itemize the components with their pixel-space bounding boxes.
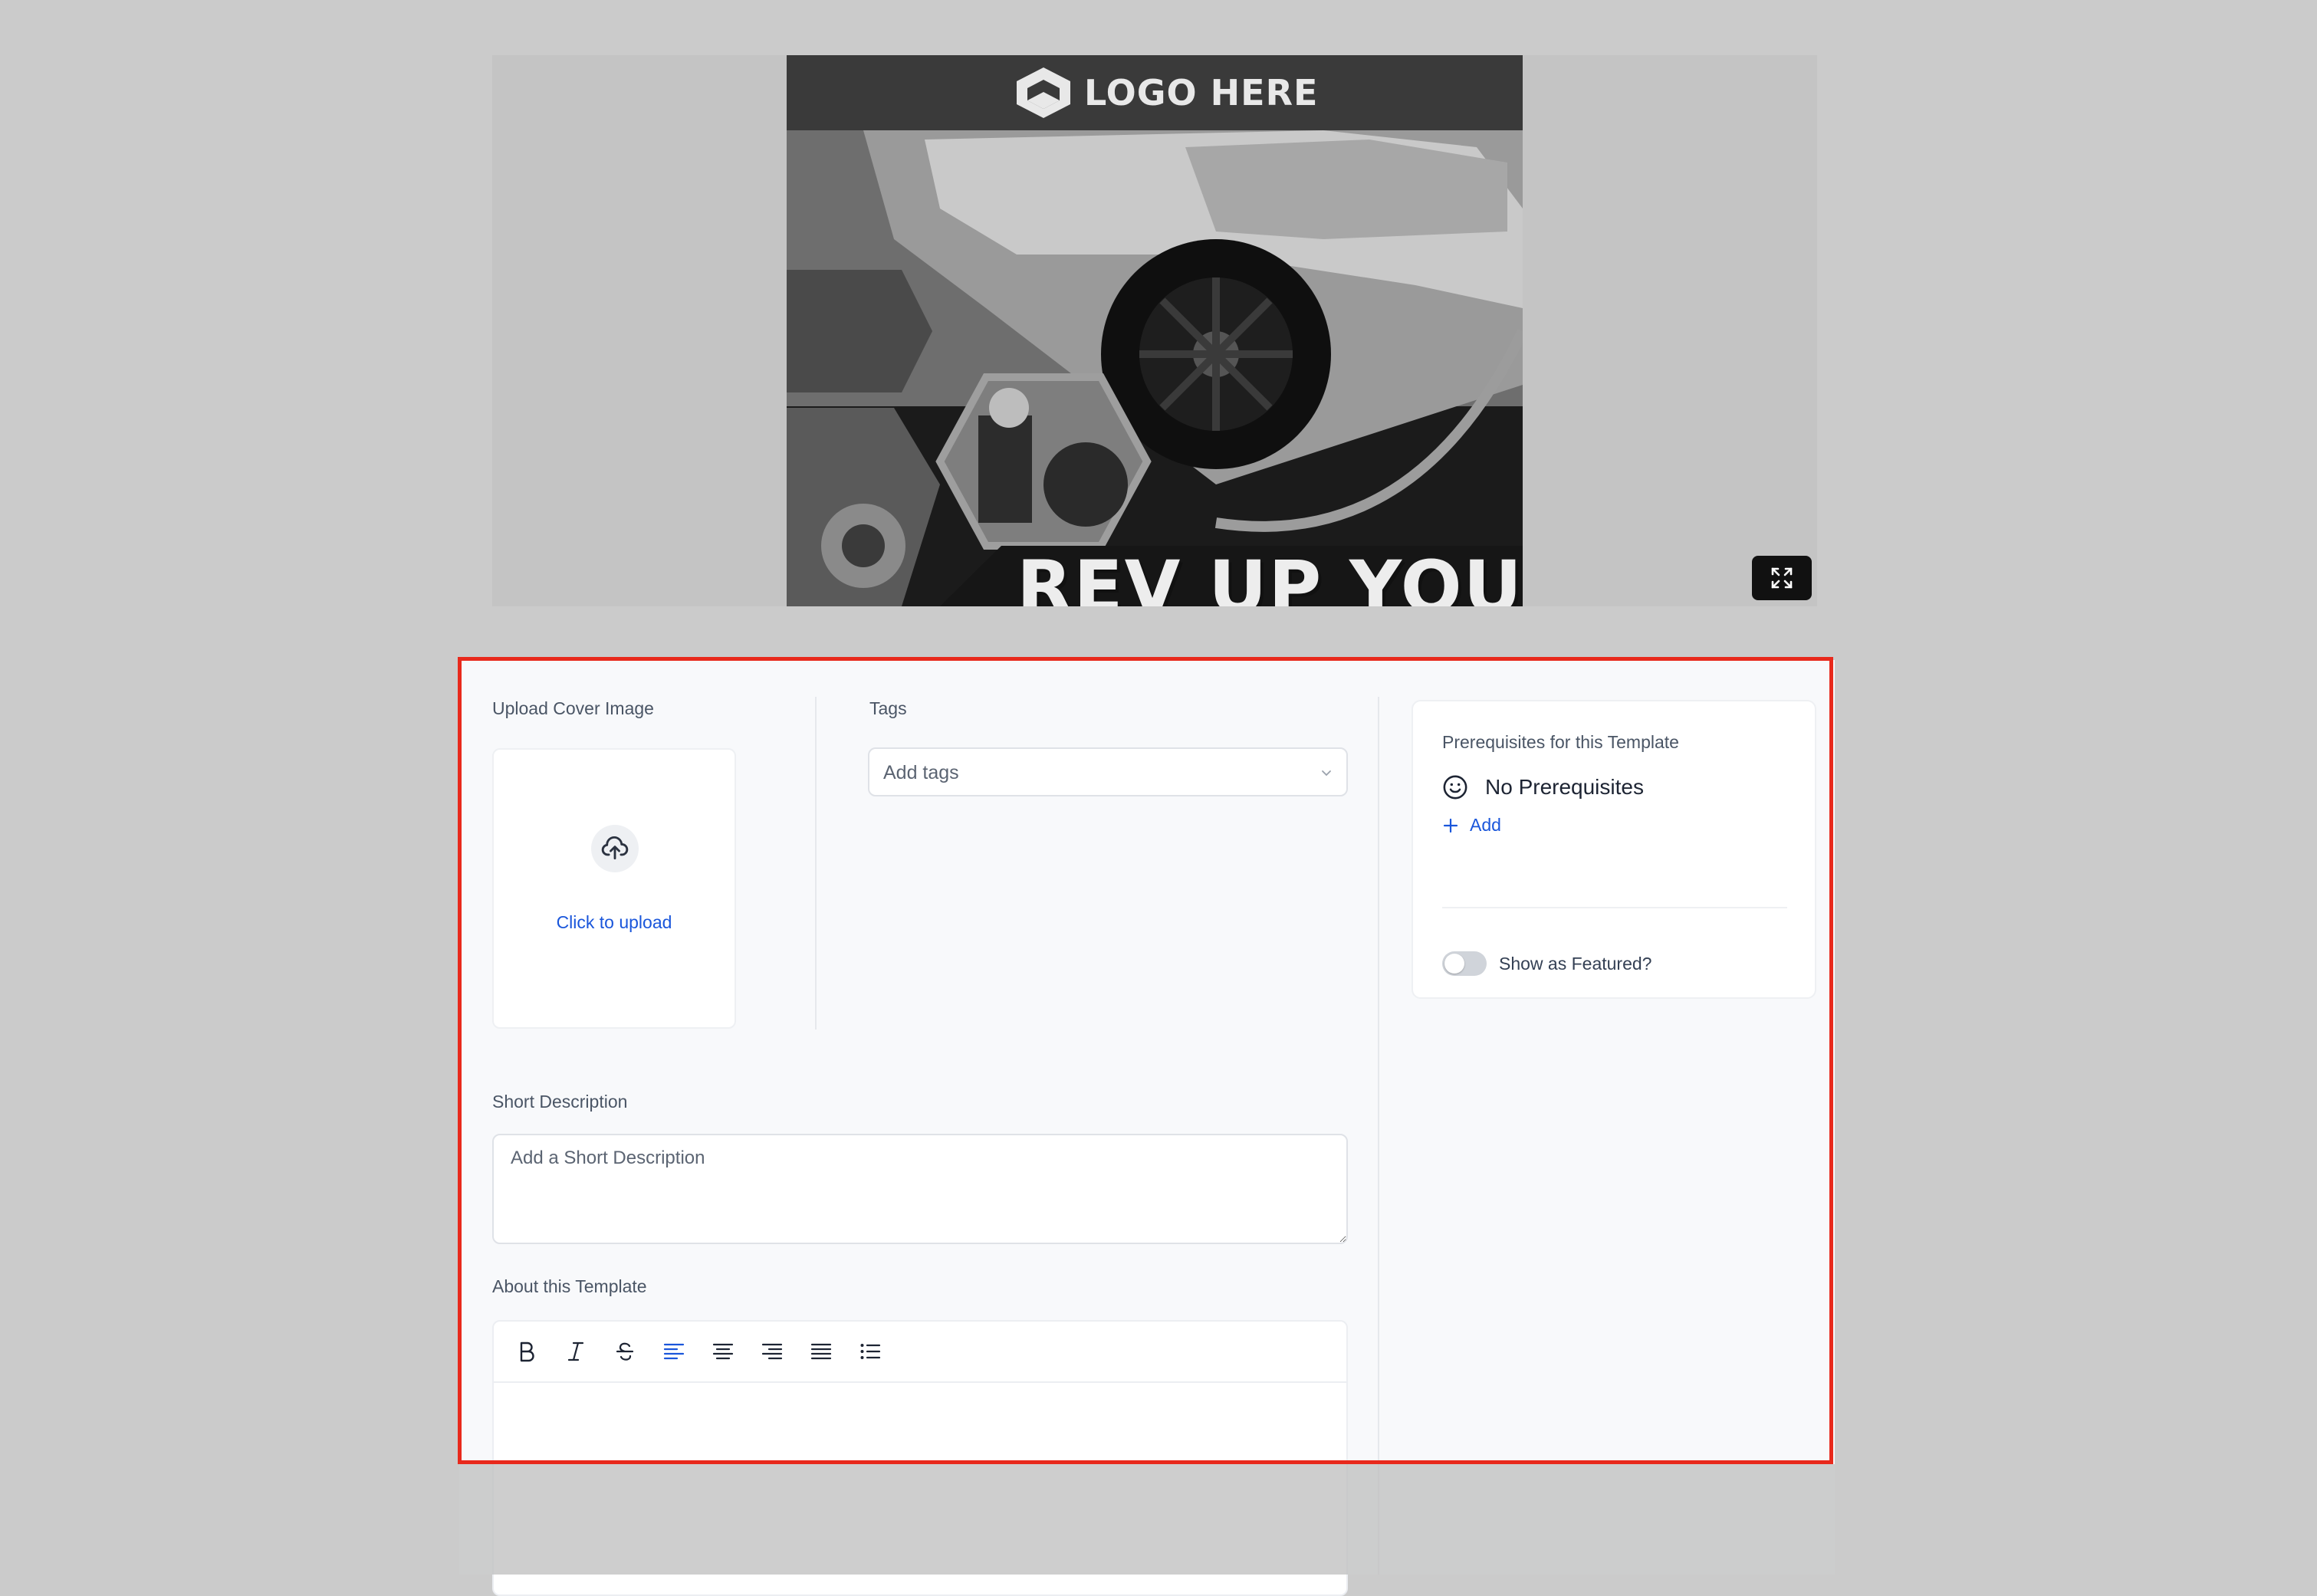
featured-label: Show as Featured? — [1499, 953, 1652, 974]
align-left-button[interactable] — [659, 1337, 689, 1366]
no-prerequisites-row: No Prerequisites — [1442, 774, 1644, 800]
click-to-upload-link[interactable]: Click to upload — [494, 912, 735, 933]
bold-button[interactable] — [512, 1337, 541, 1366]
logo-text: LOGO HERE — [1084, 72, 1319, 113]
plus-icon — [1443, 818, 1458, 832]
logo-hexagon-icon — [1017, 67, 1070, 118]
outside-selection-overlay — [459, 1464, 1835, 1575]
toggle-knob — [1444, 954, 1464, 974]
no-prerequisites-text: No Prerequisites — [1485, 775, 1644, 799]
italic-icon — [567, 1341, 584, 1361]
cover-photo-collage — [787, 55, 1523, 606]
smiley-icon — [1443, 775, 1467, 800]
align-center-button[interactable] — [708, 1337, 738, 1366]
align-left-icon — [663, 1343, 685, 1360]
align-justify-button[interactable] — [807, 1337, 836, 1366]
tags-select[interactable]: Add tags — [868, 747, 1348, 796]
about-template-label: About this Template — [492, 1276, 647, 1296]
short-description-label: Short Description — [492, 1092, 628, 1112]
upload-dropzone[interactable]: Click to upload — [492, 748, 736, 1029]
template-settings-card: Prerequisites for this Template No Prere… — [1412, 700, 1816, 999]
add-prerequisite-button[interactable]: Add — [1442, 815, 1501, 836]
editor-toolbar — [494, 1322, 1346, 1383]
cover-preview: LOGO HERE REV UP YOUR — [492, 55, 1817, 606]
align-center-icon — [712, 1343, 734, 1360]
align-right-icon — [761, 1343, 783, 1360]
upload-cover-label: Upload Cover Image — [492, 698, 654, 718]
bullet-list-icon — [860, 1344, 881, 1359]
prerequisites-title: Prerequisites for this Template — [1442, 732, 1679, 752]
cover-headline: REV UP YOUR — [1017, 546, 1523, 606]
short-description-input[interactable] — [492, 1134, 1348, 1244]
expand-icon — [1771, 567, 1793, 589]
card-divider — [1442, 907, 1787, 908]
italic-button[interactable] — [561, 1337, 590, 1366]
column-divider — [815, 697, 817, 1030]
fullscreen-button[interactable] — [1752, 556, 1812, 600]
bullet-list-button[interactable] — [856, 1337, 885, 1366]
align-justify-icon — [810, 1343, 832, 1360]
cover-image: LOGO HERE REV UP YOUR — [787, 55, 1523, 606]
logo-bar: LOGO HERE — [787, 55, 1523, 130]
sidebar-divider — [1378, 697, 1379, 1575]
featured-row: Show as Featured? — [1442, 951, 1651, 976]
strikethrough-icon — [616, 1342, 634, 1361]
tags-placeholder: Add tags — [883, 762, 959, 783]
add-prerequisite-label: Add — [1470, 815, 1501, 835]
strikethrough-button[interactable] — [610, 1337, 639, 1366]
chevron-down-icon — [1322, 770, 1331, 777]
bold-icon — [520, 1341, 534, 1362]
align-right-button[interactable] — [758, 1337, 787, 1366]
cloud-upload-icon — [591, 825, 639, 872]
featured-toggle[interactable] — [1442, 951, 1487, 976]
template-details-form: Upload Cover Image Click to upload Tags … — [459, 660, 1835, 1596]
tags-label: Tags — [869, 698, 907, 718]
